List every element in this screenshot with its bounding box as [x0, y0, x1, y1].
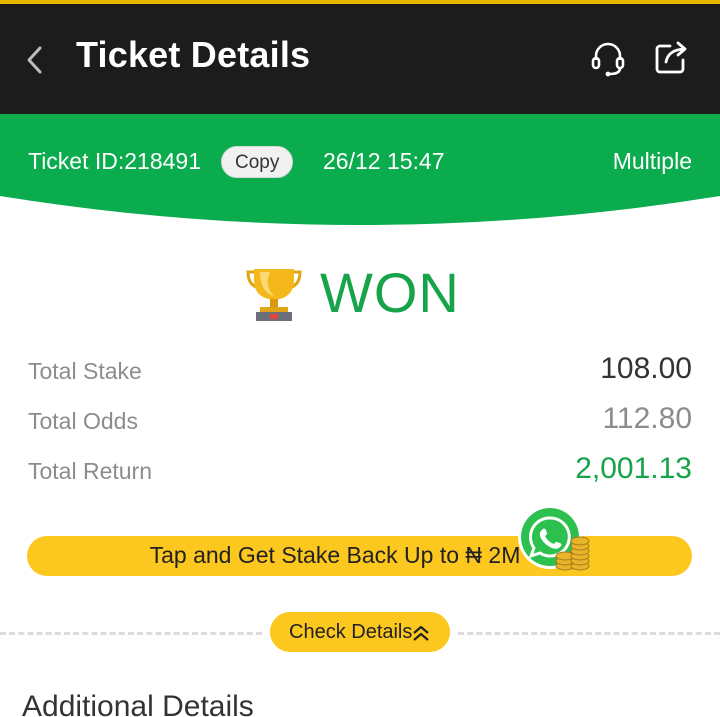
- section-divider-right: [458, 632, 720, 635]
- banner-curve-shape: [0, 114, 720, 225]
- back-arrow-icon[interactable]: [22, 40, 52, 80]
- double-chevron-up-icon: [412, 624, 430, 642]
- additional-details-heading: Additional Details: [22, 690, 254, 717]
- page-title: Ticket Details: [76, 34, 311, 75]
- share-icon[interactable]: [652, 38, 692, 78]
- result-status: WON: [0, 261, 720, 326]
- total-stake-label: Total Stake: [28, 358, 142, 384]
- trophy-icon: [244, 266, 304, 322]
- whatsapp-coins-icon[interactable]: [517, 504, 593, 574]
- app-header: Ticket Details: [0, 4, 720, 114]
- total-stake-row: Total Stake 108.00: [28, 352, 692, 392]
- total-odds-row: Total Odds 112.80: [28, 402, 692, 442]
- total-return-label: Total Return: [28, 458, 153, 484]
- total-odds-label: Total Odds: [28, 408, 138, 434]
- total-stake-value: 108.00: [600, 352, 692, 385]
- copy-button[interactable]: Copy: [221, 146, 294, 178]
- ticket-banner: Ticket ID:218491 Copy 26/12 15:47 Multip…: [0, 114, 720, 238]
- ticket-id: Ticket ID:218491: [28, 148, 202, 174]
- bet-type: Multiple: [612, 148, 692, 174]
- ticket-datetime: 26/12 15:47: [323, 148, 445, 174]
- headset-icon[interactable]: [588, 38, 628, 78]
- section-divider-left: [0, 632, 262, 635]
- total-odds-value: 112.80: [602, 402, 692, 435]
- check-details-label: Check Details: [289, 621, 413, 643]
- status-text: WON: [320, 261, 460, 324]
- check-details-button[interactable]: Check Details: [270, 612, 450, 652]
- total-return-row: Total Return 2,001.13: [28, 452, 692, 492]
- total-return-value: 2,001.13: [575, 452, 692, 485]
